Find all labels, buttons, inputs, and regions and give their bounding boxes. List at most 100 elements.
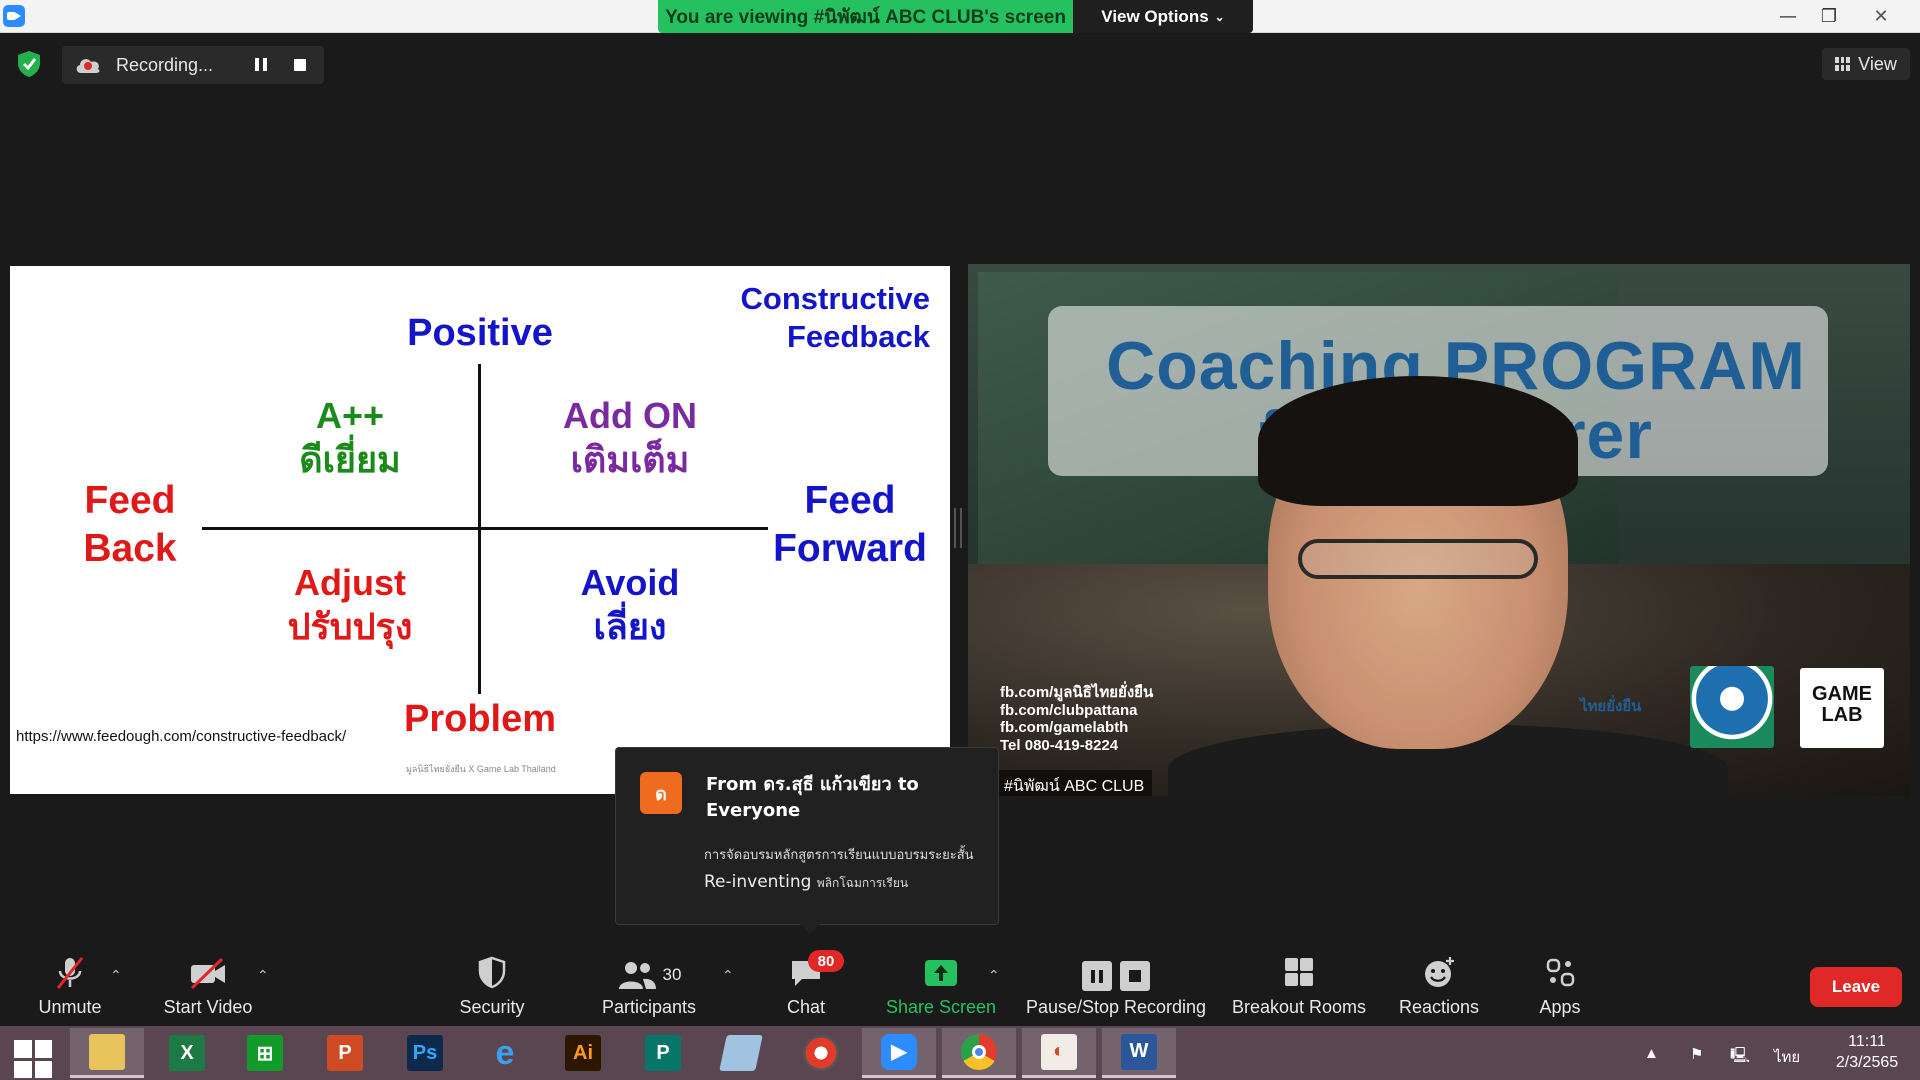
participants-caret-icon[interactable]: ⌃ (722, 968, 736, 984)
video-off-icon (190, 957, 225, 990)
taskbar-excel[interactable]: X (150, 1028, 224, 1078)
show-hidden-icons-icon[interactable]: ▲ (1644, 1045, 1659, 1062)
folder-icon (89, 1033, 125, 1070)
chat-unread-badge: 80 (808, 950, 844, 972)
restore-button[interactable]: ❐ (1806, 0, 1852, 33)
close-window-button[interactable]: ✕ (1858, 0, 1904, 33)
q3-line1: Adjust (294, 562, 406, 603)
photoscape-icon (803, 1035, 839, 1071)
windows-taskbar: X ⊞ P Ps e Ai P ▶ ◐ W (0, 1026, 1920, 1080)
share-screen-button[interactable]: Share Screen (884, 952, 998, 1018)
contact-line: fb.com/มูลนิธิไทยยั่งยืน (1000, 684, 1154, 701)
zoom-logo-icon (3, 5, 25, 27)
view-layout-button[interactable]: View (1822, 48, 1910, 80)
store-icon: ⊞ (247, 1035, 283, 1071)
taskbar-powerpoint[interactable]: P (308, 1028, 382, 1078)
contact-line: fb.com/gamelabth (1000, 719, 1129, 737)
corner-title-line1: Constructive (740, 281, 930, 316)
feedforward-line1: Feed (804, 479, 896, 522)
video-options-caret-icon[interactable]: ⌃ (257, 968, 271, 984)
pause-stop-recording-button[interactable]: Pause/Stop Recording (1026, 952, 1206, 1018)
taskbar-clock[interactable]: 11:11 2/3/2565 (1822, 1032, 1912, 1074)
windows-start-button[interactable] (14, 1040, 52, 1078)
taskbar-zoom[interactable]: ▶ (862, 1028, 936, 1078)
view-options-button[interactable]: View Options ⌄ (1073, 0, 1253, 33)
taskbar-notepad[interactable] (704, 1028, 778, 1078)
quadrant-a-plus: A++ ดีเยี่ยม (240, 394, 460, 482)
slide-feedback-label: Feed Back (50, 477, 210, 572)
taskbar-file-explorer[interactable] (70, 1028, 144, 1078)
taskbar-internet-explorer[interactable]: e (468, 1028, 542, 1078)
speaker-glasses (1298, 539, 1538, 579)
reactions-label: Reactions (1398, 997, 1480, 1017)
corner-title-line2: Feedback (786, 318, 930, 354)
action-center-flag-icon[interactable]: ⚑ (1690, 1045, 1703, 1063)
quadrant-avoid: Avoid เลี่ยง (510, 561, 750, 649)
security-label: Security (459, 997, 525, 1017)
illustrator-icon: Ai (565, 1035, 601, 1071)
taskbar-store[interactable]: ⊞ (228, 1028, 302, 1078)
taskbar-word[interactable]: W (1102, 1028, 1176, 1078)
taskbar-photoscape[interactable] (784, 1028, 858, 1078)
slide-positive-label: Positive (407, 312, 553, 354)
zoom-app-icon: ▶ (881, 1033, 917, 1070)
slide-corner-title: Constructive Feedback (720, 280, 930, 356)
minimize-button[interactable]: — (1765, 0, 1811, 33)
internet-explorer-icon: e (495, 1033, 515, 1072)
q4-line2: เลี่ยง (593, 605, 667, 647)
meeting-toolbar: Unmute ⌃ Start Video ⌃ Security 30 Parti… (0, 942, 1920, 1026)
apps-icon (1546, 958, 1575, 987)
chat-notification-popup[interactable]: ด From ดร.สุธี แก้วเขียว to Everyone การ… (615, 747, 999, 934)
quadrant-add-on: Add ON เติมเต็ม (510, 394, 750, 482)
participants-count: 30 (662, 965, 682, 984)
language-indicator[interactable]: ไทย (1774, 1045, 1800, 1069)
notepad-icon (719, 1035, 763, 1071)
reactions-button[interactable]: Reactions (1394, 952, 1484, 1018)
leave-meeting-button[interactable]: Leave (1810, 967, 1902, 1007)
taskbar-illustrator[interactable]: Ai (546, 1028, 620, 1078)
participant-name-label: #นิพัฒน์ ABC CLUB (996, 770, 1153, 796)
share-screen-label: Share Screen (885, 997, 997, 1017)
photoshop-icon: Ps (407, 1035, 443, 1071)
q2-line2: เติมเต็ม (570, 438, 690, 480)
q2-line1: Add ON (563, 395, 697, 436)
pause-recording-icon[interactable] (252, 56, 270, 74)
unmute-button[interactable]: Unmute (30, 952, 110, 1018)
network-icon[interactable]: 🖳 (1730, 1045, 1750, 1070)
stop-recording-icon[interactable] (294, 59, 306, 71)
feedback-line2: Back (83, 526, 177, 570)
participants-button[interactable]: 30 Participants (596, 952, 702, 1018)
encryption-shield-icon[interactable] (16, 50, 42, 78)
slide-problem-label: Problem (403, 698, 557, 740)
taskbar-chrome[interactable] (942, 1028, 1016, 1078)
participants-icon (618, 962, 656, 989)
taskbar-publisher[interactable]: P (626, 1028, 700, 1078)
apps-button[interactable]: Apps (1530, 952, 1590, 1018)
breakout-rooms-label: Breakout Rooms (1231, 997, 1367, 1017)
taskbar-ppt-viewer[interactable]: ◐ (1022, 1028, 1096, 1078)
q4-line1: Avoid (580, 562, 680, 603)
recording-indicator: Recording... (62, 46, 324, 84)
participants-label: Participants (601, 997, 697, 1017)
security-shield-icon (478, 956, 506, 989)
taskbar-photoshop[interactable]: Ps (388, 1028, 462, 1078)
feedforward-line2: Forward (773, 526, 927, 570)
start-video-button[interactable]: Start Video (158, 952, 258, 1018)
feedback-line1: Feed (84, 479, 176, 522)
start-video-label: Start Video (163, 997, 253, 1017)
breakout-rooms-button[interactable]: Breakout Rooms (1228, 952, 1370, 1018)
share-options-caret-icon[interactable]: ⌃ (988, 968, 1002, 984)
slide-footer: มูลนิธิไทยยั่งยืน X Game Lab Thailand (406, 764, 556, 774)
clock-date: 2/3/2565 (1835, 1053, 1899, 1071)
view-options-label: View Options (1101, 6, 1209, 26)
panel-splitter-handle[interactable] (954, 508, 962, 548)
powerpoint-icon: P (327, 1035, 363, 1071)
speaker-video: Coaching PROGRAM for Lecturer fb.com/มูล… (968, 264, 1910, 796)
foundation-logo (1690, 666, 1774, 748)
share-screen-icon (925, 960, 957, 986)
audio-options-caret-icon[interactable]: ⌃ (110, 968, 124, 984)
breakout-rooms-icon (1285, 958, 1313, 986)
reactions-smiley-icon (1425, 957, 1454, 987)
security-button[interactable]: Security (444, 952, 540, 1018)
horizontal-axis-line (202, 527, 768, 530)
